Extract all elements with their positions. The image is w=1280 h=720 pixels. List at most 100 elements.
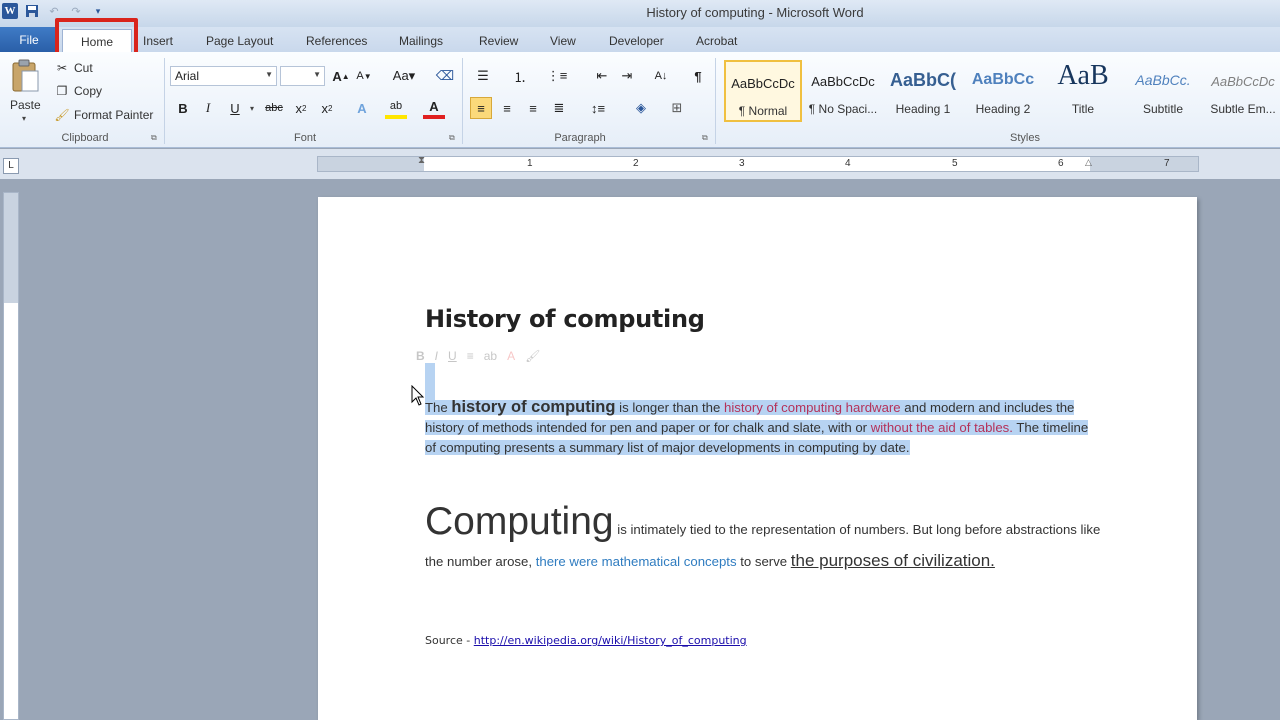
style-no-spacing[interactable]: AaBbCcDc ¶ No Spaci... — [804, 60, 882, 122]
ruler-number: 4 — [845, 158, 851, 169]
numbering-button[interactable]: ⒈ — [509, 65, 531, 87]
chevron-down-icon: ▼ — [265, 70, 273, 79]
align-left-button[interactable]: ≡ — [470, 97, 492, 119]
paste-dropdown-icon[interactable]: ▾ — [22, 114, 26, 123]
tab-references[interactable]: References — [306, 31, 367, 52]
scissors-icon: ✂ — [56, 61, 68, 75]
mini-highlight-icon[interactable]: ab — [484, 349, 497, 363]
line-spacing-button[interactable]: ↕≡ — [587, 97, 609, 119]
style-heading-1[interactable]: AaBbC( Heading 1 — [884, 60, 962, 122]
style-preview: AaB — [1057, 60, 1109, 91]
align-right-button[interactable]: ≡ — [522, 97, 544, 119]
bullets-button[interactable]: ☰ — [472, 65, 494, 87]
copy-button[interactable]: ❐ Copy — [54, 83, 102, 99]
show-formatting-button[interactable]: ¶ — [687, 65, 709, 87]
borders-button[interactable]: ⊞ — [666, 97, 688, 119]
style-name: Title — [1071, 102, 1095, 116]
font-group-label: Font — [293, 132, 316, 144]
grow-font-button[interactable]: A ▲ — [330, 65, 352, 87]
underline-dropdown-icon[interactable]: ▾ — [250, 104, 254, 113]
document-page[interactable]: History of computing B I U ≡ ab A 🖌 The … — [318, 197, 1197, 720]
paste-button[interactable]: Paste — [10, 98, 41, 112]
paste-icon[interactable] — [10, 58, 42, 94]
change-case-button[interactable]: Aa▾ — [390, 65, 418, 87]
group-divider — [715, 58, 716, 144]
mini-italic-icon[interactable]: I — [435, 349, 438, 363]
indent-marker-icon[interactable]: ⧗ — [418, 155, 425, 166]
align-center-button[interactable]: ≡ — [496, 97, 518, 119]
p2-underlined-phrase: the purposes of civilization. — [790, 551, 995, 570]
italic-button[interactable]: I — [197, 97, 219, 119]
shrink-font-button[interactable]: A ▼ — [353, 65, 375, 87]
style-subtitle[interactable]: AaBbCc. Subtitle — [1124, 60, 1202, 122]
clear-formatting-icon[interactable]: ⌫ — [434, 65, 456, 87]
mini-toolbar[interactable]: B I U ≡ ab A 🖌 — [410, 343, 620, 369]
text-effects-button[interactable]: A — [351, 97, 373, 119]
style-name: ¶ Normal — [738, 104, 788, 118]
top-margin-area — [4, 193, 18, 303]
tab-selector[interactable]: L — [3, 158, 19, 174]
selected-text: The history of computing is longer than … — [425, 398, 1089, 455]
mini-center-icon[interactable]: ≡ — [467, 349, 474, 363]
clipboard-launcher-icon[interactable]: ⧉ — [151, 134, 159, 142]
paragraph-computing[interactable]: Computing is intimately tied to the repr… — [425, 499, 1105, 578]
underline-button[interactable]: U — [224, 97, 246, 119]
style-heading-2[interactable]: AaBbCc Heading 2 — [964, 60, 1042, 122]
window-title: History of computing - Microsoft Word — [646, 5, 864, 20]
mini-font-color-icon[interactable]: A — [507, 349, 515, 363]
mini-format-painter-icon[interactable]: 🖌 — [525, 349, 540, 363]
source-label: Source - — [425, 634, 474, 647]
styles-group-label: Styles — [1010, 132, 1040, 144]
sort-button[interactable]: A↓ — [650, 65, 672, 87]
subscript-button[interactable]: x2 — [290, 97, 312, 119]
style-name: Subtitle — [1142, 102, 1184, 116]
style-title[interactable]: AaB Title — [1044, 60, 1122, 122]
tab-mailings[interactable]: Mailings — [399, 31, 443, 52]
font-color-button[interactable]: A — [423, 97, 445, 119]
chevron-down-icon: ▼ — [313, 70, 321, 79]
shading-button[interactable]: ◈ — [630, 97, 652, 119]
paragraph-history[interactable]: The history of computing is longer than … — [425, 397, 1089, 458]
multilevel-list-button[interactable]: ⋮≡ — [546, 65, 568, 87]
right-indent-marker-icon[interactable]: △ — [1085, 157, 1092, 168]
highlight-color-button[interactable]: ab — [385, 97, 407, 119]
mini-bold-icon[interactable]: B — [416, 349, 425, 363]
style-subtle-emphasis[interactable]: AaBbCcDc Subtle Em... — [1204, 60, 1280, 122]
horizontal-ruler[interactable]: ⧗ △ 1 2 3 4 5 6 7 — [317, 155, 1199, 172]
font-launcher-icon[interactable]: ⧉ — [449, 134, 457, 142]
source-line: Source - http://en.wikipedia.org/wiki/Hi… — [425, 634, 747, 647]
ruler-number: 1 — [527, 158, 533, 169]
cut-button[interactable]: ✂ Cut — [54, 60, 93, 76]
right-margin-area — [1090, 157, 1198, 171]
tab-review[interactable]: Review — [479, 31, 518, 52]
font-size-combo[interactable]: ▼ — [280, 66, 325, 86]
source-link[interactable]: http://en.wikipedia.org/wiki/History_of_… — [474, 634, 747, 647]
bold-button[interactable]: B — [172, 97, 194, 119]
decrease-indent-button[interactable]: ⇤ — [591, 65, 613, 87]
paragraph-launcher-icon[interactable]: ⧉ — [702, 134, 710, 142]
tab-view[interactable]: View — [550, 31, 576, 52]
increase-indent-button[interactable]: ⇥ — [616, 65, 638, 87]
p1-bold-phrase: history of computing — [451, 398, 616, 416]
format-painter-button[interactable]: 🖌 Format Painter — [54, 107, 153, 123]
strikethrough-button[interactable]: abc — [263, 97, 285, 119]
font-name-combo[interactable]: Arial ▼ — [170, 66, 277, 86]
ruler-number: 7 — [1164, 158, 1170, 169]
tab-file[interactable]: File — [0, 27, 58, 52]
tab-developer[interactable]: Developer — [609, 31, 664, 52]
p1-text: is longer than the — [615, 400, 724, 415]
style-normal[interactable]: AaBbCcDc ¶ Normal — [724, 60, 802, 122]
p2-text: to serve — [736, 554, 791, 569]
clipboard-group-label: Clipboard — [61, 132, 109, 144]
document-heading[interactable]: History of computing — [425, 305, 705, 333]
superscript-button[interactable]: x2 — [316, 97, 338, 119]
mini-underline-icon[interactable]: U — [448, 349, 457, 363]
vertical-ruler[interactable] — [3, 192, 19, 720]
justify-button[interactable]: ≣ — [548, 97, 570, 119]
window-title-row: History of computing - Microsoft Word — [0, 5, 1280, 20]
tab-page-layout[interactable]: Page Layout — [206, 31, 273, 52]
style-preview: AaBbCc — [971, 71, 1035, 88]
tab-insert[interactable]: Insert — [143, 31, 173, 52]
tab-acrobat[interactable]: Acrobat — [696, 31, 737, 52]
styles-gallery: AaBbCcDc ¶ Normal AaBbCcDc ¶ No Spaci...… — [720, 60, 1276, 124]
